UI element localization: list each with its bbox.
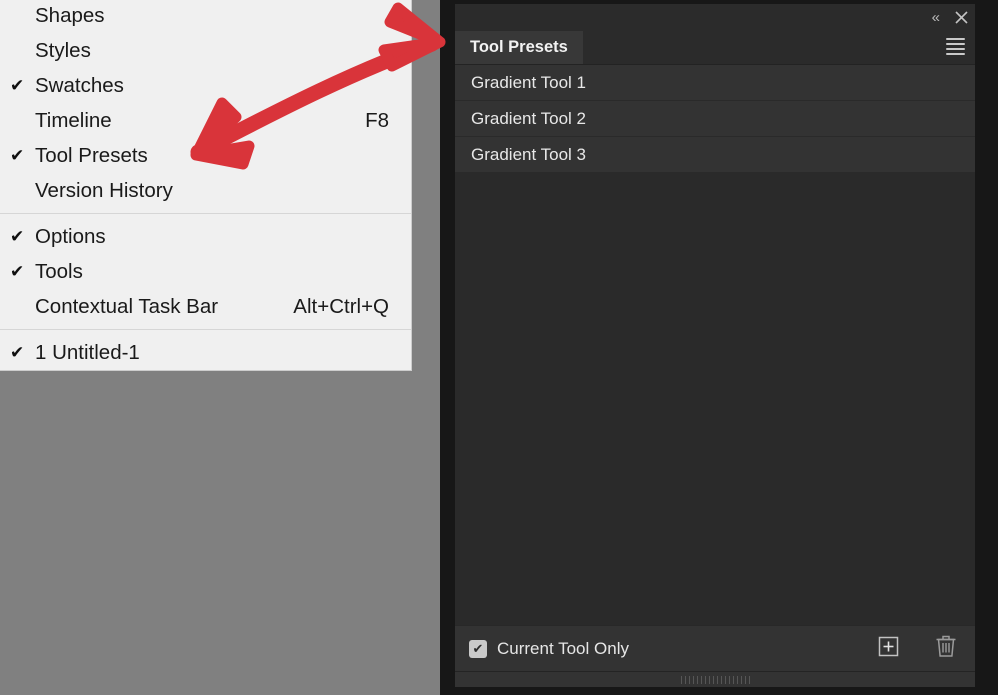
menu-item-document-untitled-1[interactable]: ✔ 1 Untitled-1 bbox=[0, 335, 411, 370]
menu-item-tools[interactable]: ✔ Tools bbox=[0, 254, 411, 289]
hamburger-line bbox=[946, 48, 965, 50]
window-menu[interactable]: Shapes Styles ✔ Swatches Timeline F8 ✔ T… bbox=[0, 0, 412, 371]
menu-item-shortcut: Alt+Ctrl+Q bbox=[293, 295, 389, 318]
menu-item-label: Options bbox=[35, 225, 106, 248]
menu-item-shapes[interactable]: Shapes bbox=[0, 0, 411, 33]
menu-separator bbox=[0, 213, 411, 214]
list-item[interactable]: Gradient Tool 2 bbox=[455, 101, 975, 137]
menu-item-tool-presets[interactable]: ✔ Tool Presets bbox=[0, 138, 411, 173]
panel-menu-icon[interactable] bbox=[946, 38, 965, 55]
hamburger-line bbox=[946, 43, 965, 45]
menu-item-timeline[interactable]: Timeline F8 bbox=[0, 103, 411, 138]
tool-presets-panel: « Tool Presets Gradient Tool 1 Gradient … bbox=[455, 4, 975, 687]
menu-separator bbox=[0, 329, 411, 330]
create-new-tool-preset-button[interactable] bbox=[878, 636, 899, 662]
list-item[interactable]: Gradient Tool 3 bbox=[455, 137, 975, 173]
panel-footer: ✔ Current Tool Only bbox=[455, 625, 975, 671]
menu-item-label: Shapes bbox=[35, 4, 105, 27]
menu-item-shortcut: F8 bbox=[365, 109, 389, 132]
menu-item-label: Styles bbox=[35, 39, 91, 62]
tab-label: Tool Presets bbox=[470, 38, 568, 56]
menu-group-panels: Shapes Styles ✔ Swatches Timeline F8 ✔ T… bbox=[0, 0, 411, 208]
tool-preset-list[interactable]: Gradient Tool 1 Gradient Tool 2 Gradient… bbox=[455, 64, 975, 625]
menu-item-styles[interactable]: Styles bbox=[0, 33, 411, 68]
menu-item-swatches[interactable]: ✔ Swatches bbox=[0, 68, 411, 103]
menu-item-contextual-task-bar[interactable]: Contextual Task Bar Alt+Ctrl+Q bbox=[0, 289, 411, 324]
menu-item-options[interactable]: ✔ Options bbox=[0, 219, 411, 254]
current-tool-only-checkbox[interactable]: ✔ Current Tool Only bbox=[469, 639, 629, 659]
menu-item-label: Timeline bbox=[35, 109, 112, 132]
hamburger-line bbox=[946, 53, 965, 55]
menu-item-label: Tools bbox=[35, 260, 83, 283]
menu-item-label: Contextual Task Bar bbox=[35, 295, 219, 318]
panel-titlebar-buttons: « bbox=[932, 4, 969, 31]
menu-group-workspace: ✔ Options ✔ Tools Contextual Task Bar Al… bbox=[0, 219, 411, 324]
menu-item-label: Version History bbox=[35, 179, 173, 202]
panel-tab-bar: Tool Presets bbox=[455, 31, 975, 64]
panel-footer-actions bbox=[878, 634, 957, 663]
check-icon: ✔ bbox=[10, 146, 25, 165]
menu-item-label: Tool Presets bbox=[35, 144, 148, 167]
menu-group-documents: ✔ 1 Untitled-1 bbox=[0, 335, 411, 370]
current-tool-only-label: Current Tool Only bbox=[497, 638, 629, 658]
check-icon: ✔ bbox=[10, 76, 25, 95]
check-icon: ✔ bbox=[10, 262, 25, 281]
checkbox-check-icon: ✔ bbox=[469, 639, 487, 658]
menu-item-version-history[interactable]: Version History bbox=[0, 173, 411, 208]
hamburger-line bbox=[946, 38, 965, 40]
menu-item-label: Swatches bbox=[35, 74, 124, 97]
tab-tool-presets[interactable]: Tool Presets bbox=[455, 31, 583, 64]
close-panel-button[interactable] bbox=[954, 10, 969, 25]
list-item[interactable]: Gradient Tool 1 bbox=[455, 65, 975, 101]
delete-tool-preset-button[interactable] bbox=[935, 634, 957, 663]
panel-resize-grip[interactable] bbox=[455, 671, 975, 687]
menu-item-label: 1 Untitled-1 bbox=[35, 341, 140, 364]
panel-titlebar: « bbox=[455, 4, 975, 31]
collapse-to-icons-button[interactable]: « bbox=[932, 10, 940, 25]
check-icon: ✔ bbox=[10, 343, 25, 362]
check-icon: ✔ bbox=[10, 227, 25, 246]
